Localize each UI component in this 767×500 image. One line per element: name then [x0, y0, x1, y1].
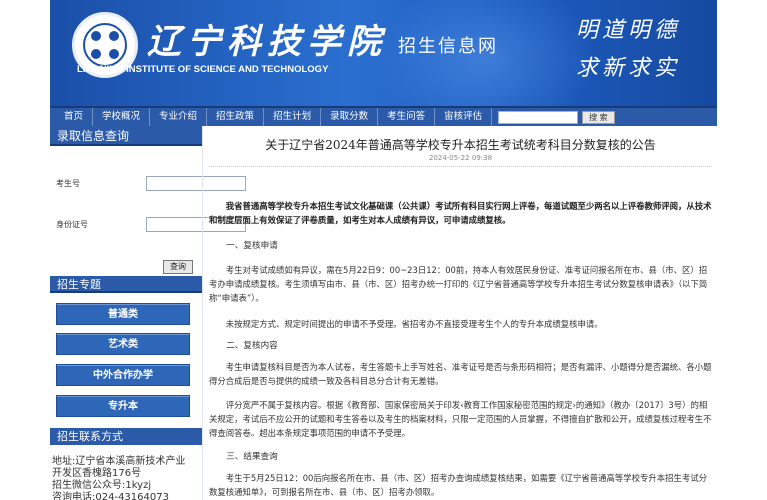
title-divider — [209, 166, 712, 167]
motto-line-2: 求新求实 — [576, 56, 681, 81]
topic-upgrade-button[interactable]: 专升本 — [56, 395, 190, 417]
search-button[interactable]: 搜 索 — [582, 110, 615, 124]
contact-line: 开发区香槐路176号 — [52, 468, 142, 479]
nav-item-review[interactable]: 宙核评估 — [435, 108, 493, 126]
contact-line: 咨询电话:024-43164073 — [52, 492, 169, 500]
article-date: 2024-05-22 09:38 — [428, 154, 493, 162]
topics-section-title: 招生专题 — [50, 276, 202, 293]
article-title: 关于辽宁省2024年普通高等学校专升本招生考试统考科目分数复核的公告 — [265, 138, 656, 152]
section-heading-result: 三、结果查询 — [226, 452, 278, 462]
nav-item-faq[interactable]: 考生问答 — [378, 108, 436, 126]
logo-atom-dot — [91, 49, 101, 59]
paragraph-content: 考生申请复核科目是否为本人试卷，考生答题卡上手写姓名、准考证号是否与条形码相符；… — [209, 362, 712, 386]
topic-regular-button[interactable]: 普通类 — [56, 303, 190, 325]
topic-joint-program-button[interactable]: 中外合作办学 — [56, 364, 190, 386]
sidebar: 录取信息查询 考生号 身份证号 查询 招生专题 普通类 艺术类 中外合作办学 专… — [50, 126, 246, 500]
paragraph-scope: 评分宽严不属于复核内容。根据《教育部、国家保密局关于印发‹教育工作国家秘密范围的… — [209, 400, 712, 438]
contact-info: 地址:辽宁省本溪高新技术产业 开发区香槐路176号 招生微信公众号:1kyzj … — [52, 456, 202, 500]
site-header: 辽宁科技学院 招生信息网 LIAONING INSTITUTE OF SCIEN… — [50, 0, 717, 106]
contact-line: 招生微信公众号:1kyzj — [52, 480, 152, 491]
school-name-en: LIAONING INSTITUTE OF SCIENCE AND TECHNO… — [77, 64, 329, 75]
article-intro: 我省普通高等学校专升本招生考试文化基础课（公共课）考试所有科目实行网上评卷，每道… — [209, 201, 712, 225]
nav-item-plan[interactable]: 招生计划 — [264, 108, 322, 126]
nav-item-overview[interactable]: 学校概况 — [93, 108, 151, 126]
nav-item-scores[interactable]: 录取分数 — [321, 108, 379, 126]
motto-line-1: 明道明德 — [576, 18, 681, 43]
nav-item-policy[interactable]: 招生政策 — [207, 108, 265, 126]
search-input[interactable] — [498, 110, 579, 124]
main-nav: 首页 学校概况 专业介绍 招生政策 招生计划 录取分数 考生问答 宙核评估 搜 … — [50, 106, 717, 126]
paragraph-apply: 考生对考试成绩如有异议，需在5月22日9：00~23日12：00前，持本人有效居… — [209, 265, 708, 303]
paragraph-rules: 未按规定方式、规定时间提出的申请不予受理。省招考办不直接受理考生个人的专升本成绩… — [225, 319, 603, 329]
section-heading-content: 二、复核内容 — [226, 341, 278, 351]
portal-title: 招生信息网 — [398, 36, 498, 57]
logo-atom-dot — [109, 49, 119, 59]
section-heading-apply: 一、复核申请 — [226, 241, 278, 251]
topic-art-button[interactable]: 艺术类 — [56, 333, 190, 355]
query-section-title: 录取信息查询 — [50, 126, 202, 146]
contact-section-title: 招生联系方式 — [50, 428, 202, 445]
nav-item-home[interactable]: 首页 — [50, 108, 94, 126]
logo-atom-dot — [91, 31, 101, 41]
admission-query-form: 考生号 身份证号 — [50, 146, 246, 274]
exam-number-label: 考生号 — [56, 179, 80, 188]
article-content: 关于辽宁省2024年普通高等学校专升本招生考试统考科目分数复核的公告 2024-… — [202, 126, 717, 500]
school-name-cn: 辽宁科技学院 — [147, 22, 387, 62]
query-button[interactable]: 查询 — [163, 260, 193, 274]
logo-atom-dot — [109, 31, 119, 41]
paragraph-result: 考生于5月25日12：00后向报名所在市、县（市、区）招考办查询成绩复核结果，如… — [209, 473, 707, 497]
nav-item-majors[interactable]: 专业介绍 — [150, 108, 208, 126]
logo-emblem-icon — [83, 23, 127, 67]
id-number-label: 身份证号 — [56, 220, 88, 229]
contact-line: 地址:辽宁省本溪高新技术产业 — [52, 456, 186, 467]
